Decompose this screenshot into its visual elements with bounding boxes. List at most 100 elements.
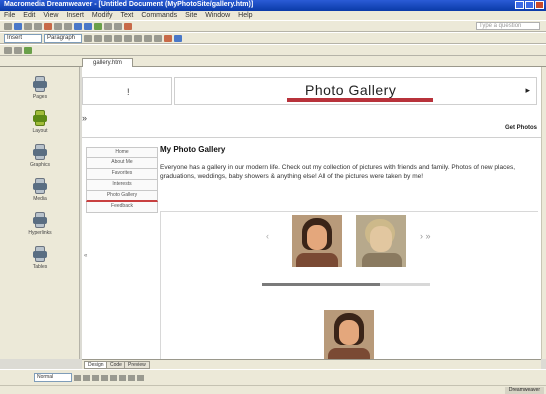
- gallery-prev-icon[interactable]: ‹: [266, 231, 269, 241]
- header-arrow-icon[interactable]: ▸: [525, 85, 530, 96]
- preview-icon[interactable]: [94, 22, 102, 30]
- link-icon[interactable]: [124, 22, 132, 30]
- tables-icon: [32, 245, 48, 263]
- maximize-button[interactable]: [525, 1, 534, 9]
- sidebar-item-tables[interactable]: Tables: [24, 245, 56, 270]
- view-combo[interactable]: Insert: [4, 33, 42, 43]
- image-icon[interactable]: [114, 22, 122, 30]
- menu-bar: File Edit View Insert Modify Text Comman…: [0, 11, 546, 20]
- content-body: Everyone has a gallery in our modern lif…: [160, 164, 516, 180]
- gallery-scrollbar-thumb[interactable]: [262, 283, 380, 286]
- document-tabbar: gallery.htm: [0, 56, 546, 67]
- tab-preview[interactable]: Preview: [124, 361, 150, 369]
- gallery-main-photo[interactable]: [324, 310, 374, 359]
- extra-toolbar: [0, 44, 546, 56]
- menu-view[interactable]: View: [43, 12, 58, 19]
- status-tool-icon[interactable]: [101, 374, 108, 381]
- new-file-icon[interactable]: [4, 22, 12, 30]
- header-title-cell: Photo Gallery ▸: [174, 77, 537, 105]
- divider: [82, 137, 541, 138]
- nav-item-favorites[interactable]: Favorites: [86, 169, 158, 180]
- menu-site[interactable]: Site: [185, 12, 197, 19]
- media-icon: [32, 177, 48, 195]
- highlight-icon[interactable]: [174, 34, 182, 42]
- menu-file[interactable]: File: [4, 12, 15, 19]
- align-right-icon[interactable]: [134, 34, 142, 42]
- gallery-scrollbar[interactable]: [262, 283, 430, 286]
- menu-help[interactable]: Help: [238, 12, 252, 19]
- menu-modify[interactable]: Modify: [92, 12, 113, 19]
- underline-icon[interactable]: [104, 34, 112, 42]
- nav-item-about[interactable]: About Me: [86, 158, 158, 169]
- status-tool-icon[interactable]: [92, 374, 99, 381]
- check-icon[interactable]: [24, 46, 32, 54]
- status-tool-icon[interactable]: [110, 374, 117, 381]
- grid-icon[interactable]: [4, 46, 12, 54]
- view-tabs: Design Code Preview: [82, 359, 541, 369]
- save-icon[interactable]: [24, 22, 32, 30]
- format-combo[interactable]: Paragraph: [44, 33, 82, 43]
- sidebar-item-layout[interactable]: Layout: [24, 109, 56, 134]
- sidebar-item-graphics[interactable]: Graphics: [24, 143, 56, 168]
- section-marker: »: [82, 113, 88, 123]
- nav-item-photo-gallery[interactable]: Photo Gallery: [86, 191, 158, 202]
- hyperlink-icon: [32, 211, 48, 229]
- sidebar-label: Media: [33, 196, 47, 202]
- open-file-icon[interactable]: [14, 22, 22, 30]
- status-tool-icon[interactable]: [83, 374, 90, 381]
- formatting-toolbar: Insert Paragraph: [0, 32, 546, 44]
- gallery-thumb[interactable]: [356, 215, 406, 267]
- menu-text[interactable]: Text: [121, 12, 134, 19]
- undo-icon[interactable]: [74, 22, 82, 30]
- document-tab[interactable]: gallery.htm: [82, 58, 133, 67]
- menu-commands[interactable]: Commands: [141, 12, 177, 19]
- redo-icon[interactable]: [84, 22, 92, 30]
- get-photos-link[interactable]: Get Photos: [505, 125, 537, 131]
- copy-icon[interactable]: [54, 22, 62, 30]
- design-view[interactable]: ! Photo Gallery ▸ » Get Photos Home Abou…: [82, 67, 541, 359]
- indent-icon[interactable]: [154, 34, 162, 42]
- bold-icon[interactable]: [84, 34, 92, 42]
- nav-collapse-icon[interactable]: «: [84, 253, 87, 259]
- ruler-icon[interactable]: [14, 46, 22, 54]
- gallery-thumb[interactable]: [292, 215, 342, 267]
- paste-icon[interactable]: [64, 22, 72, 30]
- cut-icon[interactable]: [44, 22, 52, 30]
- status-combo[interactable]: Normal: [34, 373, 72, 382]
- table-icon[interactable]: [104, 22, 112, 30]
- nav-item-feedback[interactable]: Feedback: [86, 202, 158, 213]
- align-center-icon[interactable]: [124, 34, 132, 42]
- header-left-marker: !: [127, 87, 130, 97]
- print-icon[interactable]: [34, 22, 42, 30]
- sidebar-label: Pages: [32, 94, 48, 100]
- nav-item-interests[interactable]: Interests: [86, 180, 158, 191]
- text-color-icon[interactable]: [164, 34, 172, 42]
- close-button[interactable]: [535, 1, 544, 9]
- nav-item-home[interactable]: Home: [86, 147, 158, 158]
- status-tool-icon[interactable]: [74, 374, 81, 381]
- tab-code[interactable]: Code: [106, 361, 126, 369]
- editor-vertical-scrollbar[interactable]: [541, 67, 546, 359]
- sidebar-label: Graphics: [29, 162, 50, 168]
- standard-toolbar: [0, 20, 546, 32]
- tab-design[interactable]: Design: [84, 361, 108, 369]
- window-controls: [515, 1, 544, 9]
- minimize-button[interactable]: [515, 1, 524, 9]
- list-icon[interactable]: [144, 34, 152, 42]
- taskbar: Dreamweaver: [0, 385, 546, 394]
- menu-insert[interactable]: Insert: [66, 12, 84, 19]
- menu-edit[interactable]: Edit: [23, 12, 35, 19]
- status-tool-icon[interactable]: [128, 374, 135, 381]
- sidebar-item-media[interactable]: Media: [24, 177, 56, 202]
- gallery-next-icon[interactable]: › »: [420, 231, 431, 241]
- sidebar-item-pages[interactable]: Pages: [24, 75, 56, 100]
- menu-window[interactable]: Window: [205, 12, 230, 19]
- align-left-icon[interactable]: [114, 34, 122, 42]
- italic-icon[interactable]: [94, 34, 102, 42]
- taskbar-tray[interactable]: Dreamweaver: [504, 387, 544, 394]
- help-search-input[interactable]: Type a question: [476, 22, 540, 30]
- status-tool-icon[interactable]: [137, 374, 144, 381]
- sidebar-item-hyperlinks[interactable]: Hyperlinks: [24, 211, 56, 236]
- status-tool-icon[interactable]: [119, 374, 126, 381]
- status-toolbar: Normal: [0, 369, 546, 385]
